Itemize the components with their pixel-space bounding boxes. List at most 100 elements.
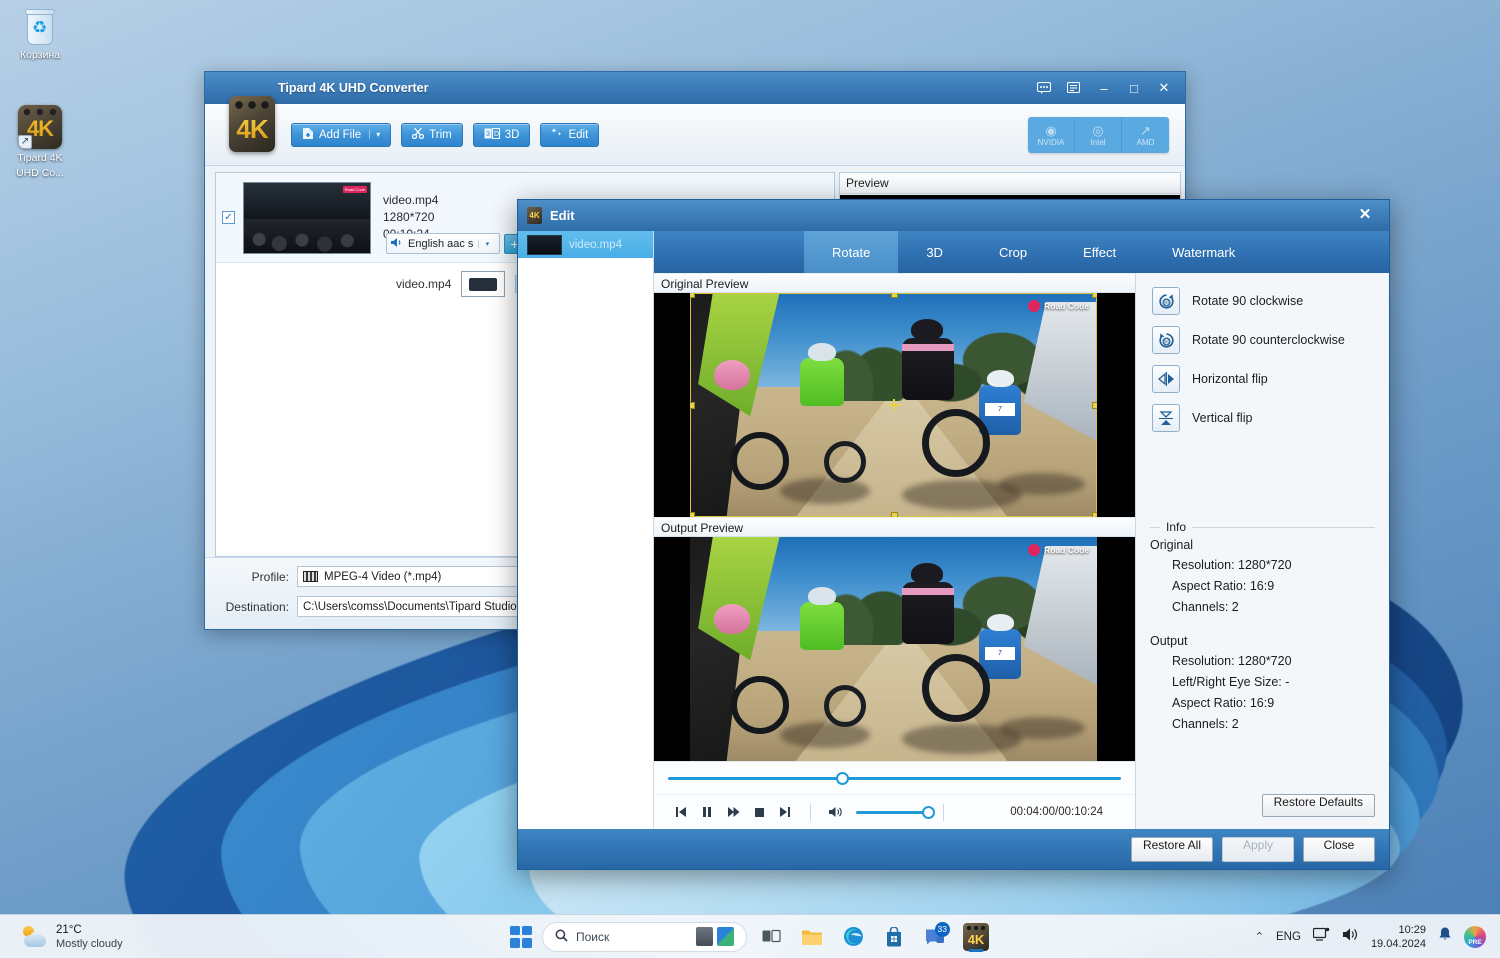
mini-preview-box[interactable] bbox=[461, 271, 505, 297]
info-original-channels: Channels: 2 bbox=[1172, 597, 1375, 618]
gpu-acceleration-group: ◉ NVIDIA ◎ Intel ↗ AMD bbox=[1028, 117, 1169, 153]
copilot-icon[interactable]: PRE bbox=[1464, 926, 1486, 948]
tab-crop[interactable]: Crop bbox=[971, 231, 1055, 273]
previous-button[interactable] bbox=[668, 799, 694, 825]
output-preview-video[interactable]: 7 Road Code bbox=[654, 537, 1135, 761]
tab-effect[interactable]: Effect bbox=[1055, 231, 1144, 273]
amd-icon: ↗ bbox=[1140, 124, 1151, 137]
restore-defaults-button[interactable]: Restore Defaults bbox=[1262, 794, 1375, 817]
output-video-watermark-text: Road Code bbox=[1044, 545, 1089, 555]
pause-button[interactable] bbox=[694, 799, 720, 825]
feedback-icon[interactable] bbox=[1031, 76, 1057, 100]
next-button[interactable] bbox=[772, 799, 798, 825]
info-original-aspect-ratio: Aspect Ratio: 16:9 bbox=[1172, 576, 1375, 597]
info-output-eye-size: Left/Right Eye Size: - bbox=[1172, 672, 1375, 693]
tipard-shortcut-label-line1: Tipard 4K bbox=[0, 152, 80, 164]
horizontal-flip-label: Horizontal flip bbox=[1192, 372, 1268, 386]
tab-watermark[interactable]: Watermark bbox=[1144, 231, 1263, 273]
gpu-amd-button[interactable]: ↗ AMD bbox=[1122, 117, 1169, 153]
search-placeholder-text: Поиск bbox=[576, 930, 609, 944]
gpu-nvidia-label: NVIDIA bbox=[1038, 138, 1065, 147]
seek-slider-handle[interactable] bbox=[836, 772, 849, 785]
desktop-icon-tipard-4k[interactable]: 4K ↗ Tipard 4K UHD Co... bbox=[0, 105, 80, 179]
vertical-flip-icon bbox=[1152, 404, 1180, 432]
edit-dialog-title: Edit bbox=[550, 208, 575, 223]
main-window-titlebar[interactable]: Tipard 4K UHD Converter – □ ✕ bbox=[205, 72, 1185, 104]
trim-label: Trim bbox=[429, 129, 452, 141]
original-preview-video[interactable]: 7 Road Code bbox=[654, 293, 1135, 517]
file-checkbox[interactable]: ✓ bbox=[222, 211, 235, 224]
window-controls: – □ ✕ bbox=[1031, 72, 1177, 104]
nvidia-icon: ◉ bbox=[1045, 124, 1056, 137]
fast-forward-button[interactable] bbox=[720, 799, 746, 825]
output-video-watermark: Road Code bbox=[1028, 544, 1089, 556]
taskbar-tipard-4k[interactable]: 4K bbox=[959, 920, 993, 954]
audio-track-value: English aac s bbox=[408, 238, 473, 250]
volume-tray-icon[interactable] bbox=[1342, 927, 1359, 947]
start-button[interactable] bbox=[507, 923, 535, 951]
sidebar-file-label: video.mp4 bbox=[569, 239, 622, 251]
rotate-90-clockwise-option[interactable]: 90 Rotate 90 clockwise bbox=[1136, 287, 1389, 315]
network-icon[interactable] bbox=[1313, 927, 1330, 947]
taskbar-teams[interactable]: 33 bbox=[918, 920, 952, 954]
gpu-nvidia-button[interactable]: ◉ NVIDIA bbox=[1028, 117, 1075, 153]
edit-dialog-titlebar[interactable]: 4K Edit ✕ bbox=[518, 200, 1389, 231]
apply-button[interactable]: Apply bbox=[1222, 837, 1294, 862]
file-thumbnail: Road Code bbox=[243, 182, 371, 254]
add-file-button[interactable]: Add File ▾ bbox=[291, 123, 391, 147]
mpeg-film-icon bbox=[303, 571, 318, 582]
edit-button[interactable]: Edit bbox=[540, 123, 599, 147]
language-indicator[interactable]: ENG bbox=[1276, 931, 1301, 943]
desktop-icon-recycle-bin[interactable]: ♻ Корзина bbox=[0, 8, 80, 61]
taskbar-task-view[interactable] bbox=[754, 920, 788, 954]
edit-dialog-close-icon[interactable]: ✕ bbox=[1353, 204, 1377, 226]
profile-label: Profile: bbox=[219, 570, 289, 584]
3d-button[interactable]: 3D 3D bbox=[473, 123, 531, 147]
speaker-icon bbox=[391, 237, 403, 251]
info-original-resolution: Resolution: 1280*720 bbox=[1172, 555, 1375, 576]
stop-button[interactable] bbox=[746, 799, 772, 825]
search-icon bbox=[555, 929, 568, 945]
add-file-dropdown-caret[interactable]: ▾ bbox=[369, 130, 380, 139]
volume-slider[interactable] bbox=[856, 811, 931, 814]
weather-widget[interactable]: 21°C Mostly cloudy bbox=[22, 923, 123, 951]
widgets-icon[interactable] bbox=[717, 927, 734, 946]
tab-rotate[interactable]: Rotate bbox=[804, 231, 898, 273]
tray-chevron-up-icon[interactable]: ⌃ bbox=[1255, 930, 1264, 943]
scissors-icon bbox=[412, 127, 424, 142]
taskbar-microsoft-store[interactable] bbox=[877, 920, 911, 954]
info-output-channels: Channels: 2 bbox=[1172, 714, 1375, 735]
edit-dialog-file-sidebar: video.mp4 bbox=[518, 231, 654, 829]
rotate-90-counterclockwise-option[interactable]: 90 Rotate 90 counterclockwise bbox=[1136, 326, 1389, 354]
player-controls: 00:04:00/00:10:24 bbox=[654, 794, 1135, 829]
seek-slider[interactable] bbox=[668, 777, 1121, 780]
notification-bell-icon[interactable] bbox=[1438, 926, 1452, 947]
file-name: video.mp4 bbox=[383, 192, 438, 209]
horizontal-flip-option[interactable]: Horizontal flip bbox=[1136, 365, 1389, 393]
menu-icon[interactable] bbox=[1061, 76, 1087, 100]
sidebar-item-video-mp4[interactable]: video.mp4 bbox=[518, 231, 653, 258]
volume-icon[interactable] bbox=[823, 799, 849, 825]
taskbar-edge-browser[interactable] bbox=[836, 920, 870, 954]
volume-slider-handle[interactable] bbox=[922, 806, 935, 819]
svg-text:90: 90 bbox=[1163, 300, 1169, 306]
minimize-button[interactable]: – bbox=[1091, 76, 1117, 100]
tab-3d[interactable]: 3D bbox=[898, 231, 971, 273]
phone-link-icon[interactable] bbox=[696, 927, 713, 946]
recycle-bin-label: Корзина bbox=[0, 49, 80, 61]
close-button[interactable]: ✕ bbox=[1151, 76, 1177, 100]
audio-track-caret[interactable]: ▾ bbox=[478, 240, 495, 248]
gpu-intel-button[interactable]: ◎ Intel bbox=[1075, 117, 1122, 153]
close-button-footer[interactable]: Close bbox=[1303, 837, 1375, 862]
add-file-icon bbox=[302, 127, 314, 143]
edit-dialog-footer: Restore All Apply Close bbox=[518, 829, 1389, 869]
clock-widget[interactable]: 10:29 19.04.2024 bbox=[1371, 923, 1426, 951]
audio-track-select[interactable]: English aac s ▾ bbox=[386, 233, 500, 254]
app-logo-icon: 4K bbox=[229, 96, 275, 152]
vertical-flip-option[interactable]: Vertical flip bbox=[1136, 404, 1389, 432]
maximize-button[interactable]: □ bbox=[1121, 76, 1147, 100]
trim-button[interactable]: Trim bbox=[401, 123, 463, 147]
taskbar-search-input[interactable]: Поиск bbox=[542, 922, 747, 952]
taskbar-file-explorer[interactable] bbox=[795, 920, 829, 954]
restore-all-button[interactable]: Restore All bbox=[1131, 837, 1213, 862]
